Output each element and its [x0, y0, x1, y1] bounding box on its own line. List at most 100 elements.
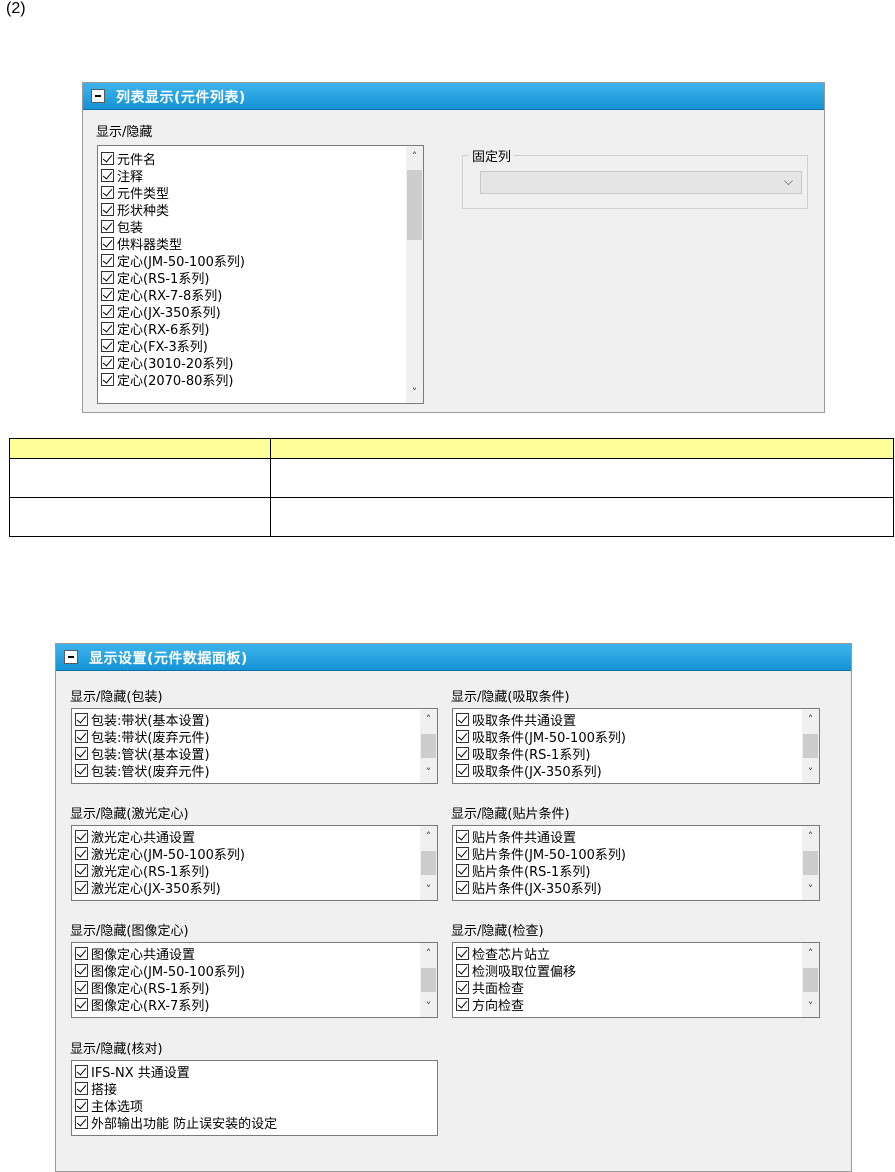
scroll-thumb[interactable] — [803, 851, 818, 875]
list-item[interactable]: 包装:带状(废弃元件) — [75, 728, 210, 746]
pick-list[interactable]: 吸取条件共通设置 吸取条件(JM-50-100系列) 吸取条件(RS-1系列) … — [452, 708, 820, 784]
checkbox-checked-icon[interactable] — [75, 1099, 88, 1112]
scroll-thumb[interactable] — [421, 851, 436, 875]
list-item[interactable]: 吸取条件(JX-350系列) — [456, 762, 602, 780]
vertical-scrollbar[interactable]: ˄ ˅ — [802, 943, 819, 1017]
fixed-column-select[interactable]: ⌵ — [480, 171, 802, 194]
scroll-up-icon[interactable]: ˄ — [802, 828, 819, 845]
list-item[interactable]: 元件类型 — [101, 184, 169, 202]
list-item[interactable]: 吸取条件(JM-50-100系列) — [456, 728, 626, 746]
mount-list[interactable]: 贴片条件共通设置 贴片条件(JM-50-100系列) 贴片条件(RS-1系列) … — [452, 825, 820, 901]
list-item[interactable]: 包装 — [101, 218, 143, 236]
checkbox-checked-icon[interactable] — [101, 339, 114, 352]
checkbox-checked-icon[interactable] — [456, 881, 469, 894]
checkbox-checked-icon[interactable] — [456, 713, 469, 726]
list-item[interactable]: 方向检查 — [456, 996, 524, 1014]
checkbox-checked-icon[interactable] — [75, 1082, 88, 1095]
scroll-down-icon[interactable]: ˅ — [802, 764, 819, 781]
checkbox-checked-icon[interactable] — [456, 947, 469, 960]
checkbox-checked-icon[interactable] — [456, 747, 469, 760]
list-item[interactable]: 检查芯片站立 — [456, 945, 550, 963]
list-item[interactable]: 定心(2070-80系列) — [101, 371, 233, 389]
list-item[interactable]: 形状种类 — [101, 201, 169, 219]
scroll-down-icon[interactable]: ˅ — [420, 881, 437, 898]
checkbox-checked-icon[interactable] — [75, 864, 88, 877]
checkbox-checked-icon[interactable] — [101, 356, 114, 369]
scroll-up-icon[interactable]: ˄ — [802, 945, 819, 962]
list-item[interactable]: 定心(RX-7-8系列) — [101, 286, 222, 304]
scroll-down-icon[interactable]: ˅ — [420, 764, 437, 781]
verify-list[interactable]: IFS-NX 共通设置 搭接 主体选项 外部输出功能 防止误安装的设定 — [71, 1060, 438, 1136]
vertical-scrollbar[interactable]: ˄ ˅ — [420, 943, 437, 1017]
checkbox-checked-icon[interactable] — [456, 998, 469, 1011]
scroll-thumb[interactable] — [421, 968, 436, 992]
checkbox-checked-icon[interactable] — [75, 981, 88, 994]
checkbox-checked-icon[interactable] — [456, 730, 469, 743]
list-item[interactable]: 定心(3010-20系列) — [101, 354, 233, 372]
list-item[interactable]: 搭接 — [75, 1080, 117, 1098]
scroll-up-icon[interactable]: ˄ — [420, 828, 437, 845]
scroll-thumb[interactable] — [407, 170, 422, 240]
checkbox-checked-icon[interactable] — [75, 947, 88, 960]
checkbox-checked-icon[interactable] — [101, 169, 114, 182]
list-item[interactable]: 定心(RX-6系列) — [101, 320, 209, 338]
list-item[interactable]: 共面检查 — [456, 979, 524, 997]
checkbox-checked-icon[interactable] — [75, 830, 88, 843]
list-item[interactable]: 定心(JX-350系列) — [101, 303, 221, 321]
list-item[interactable]: 定心(FX-3系列) — [101, 337, 208, 355]
vertical-scrollbar[interactable]: ˄ ˅ — [420, 709, 437, 783]
checkbox-checked-icon[interactable] — [101, 203, 114, 216]
checkbox-checked-icon[interactable] — [101, 220, 114, 233]
checkbox-checked-icon[interactable] — [101, 237, 114, 250]
list-item[interactable]: 激光定心共通设置 — [75, 828, 195, 846]
checkbox-checked-icon[interactable] — [75, 1065, 88, 1078]
list-item[interactable]: 供料器类型 — [101, 235, 182, 253]
inspection-list[interactable]: 检查芯片站立 检测吸取位置偏移 共面检查 方向检查 ˄ ˅ — [452, 942, 820, 1018]
list-item[interactable]: 图像定心共通设置 — [75, 945, 195, 963]
checkbox-checked-icon[interactable] — [101, 322, 114, 335]
checkbox-checked-icon[interactable] — [75, 964, 88, 977]
list-item[interactable]: 图像定心(RX-7系列) — [75, 996, 209, 1014]
checkbox-checked-icon[interactable] — [101, 186, 114, 199]
checkbox-checked-icon[interactable] — [75, 1116, 88, 1129]
checkbox-checked-icon[interactable] — [101, 271, 114, 284]
list-item[interactable]: 包装:带状(基本设置) — [75, 711, 210, 729]
checkbox-checked-icon[interactable] — [75, 747, 88, 760]
scroll-up-icon[interactable]: ˄ — [802, 711, 819, 728]
scroll-thumb[interactable] — [803, 734, 818, 758]
checkbox-checked-icon[interactable] — [456, 981, 469, 994]
list-item[interactable]: 激光定心(JM-50-100系列) — [75, 845, 245, 863]
list-item[interactable]: 图像定心(RS-1系列) — [75, 979, 209, 997]
list-item[interactable]: 定心(JM-50-100系列) — [101, 252, 245, 270]
checkbox-checked-icon[interactable] — [456, 964, 469, 977]
list-item[interactable]: 吸取条件共通设置 — [456, 711, 576, 729]
list-item[interactable]: 激光定心(RS-1系列) — [75, 862, 209, 880]
checkbox-checked-icon[interactable] — [75, 998, 88, 1011]
list-item[interactable]: 外部输出功能 防止误安装的设定 — [75, 1114, 277, 1132]
list-item[interactable]: 元件名 — [101, 150, 156, 168]
checkbox-checked-icon[interactable] — [456, 830, 469, 843]
checkbox-checked-icon[interactable] — [75, 881, 88, 894]
packaging-list[interactable]: 包装:带状(基本设置) 包装:带状(废弃元件) 包装:管状(基本设置) 包装:管… — [71, 708, 438, 784]
checkbox-checked-icon[interactable] — [101, 288, 114, 301]
list-item[interactable]: 图像定心(JM-50-100系列) — [75, 962, 245, 980]
list-item[interactable]: 贴片条件共通设置 — [456, 828, 576, 846]
checkbox-checked-icon[interactable] — [75, 847, 88, 860]
checkbox-checked-icon[interactable] — [456, 864, 469, 877]
collapse-icon[interactable] — [64, 650, 78, 664]
scroll-up-icon[interactable]: ˄ — [406, 148, 423, 165]
checkbox-checked-icon[interactable] — [101, 373, 114, 386]
list-item[interactable]: IFS-NX 共通设置 — [75, 1063, 190, 1081]
vertical-scrollbar[interactable]: ˄ ˅ — [406, 146, 423, 403]
scroll-down-icon[interactable]: ˅ — [802, 881, 819, 898]
checkbox-checked-icon[interactable] — [101, 152, 114, 165]
scroll-down-icon[interactable]: ˅ — [406, 384, 423, 401]
scroll-down-icon[interactable]: ˅ — [802, 998, 819, 1015]
scroll-up-icon[interactable]: ˄ — [420, 711, 437, 728]
vertical-scrollbar[interactable]: ˄ ˅ — [420, 826, 437, 900]
vision-list[interactable]: 图像定心共通设置 图像定心(JM-50-100系列) 图像定心(RS-1系列) … — [71, 942, 438, 1018]
checkbox-checked-icon[interactable] — [101, 305, 114, 318]
list-item[interactable]: 包装:管状(基本设置) — [75, 745, 210, 763]
checkbox-checked-icon[interactable] — [101, 254, 114, 267]
column-visibility-list[interactable]: 元件名 注释 元件类型 形状种类 包装 供料器类型 定心(JM-50-100系列… — [97, 145, 424, 404]
